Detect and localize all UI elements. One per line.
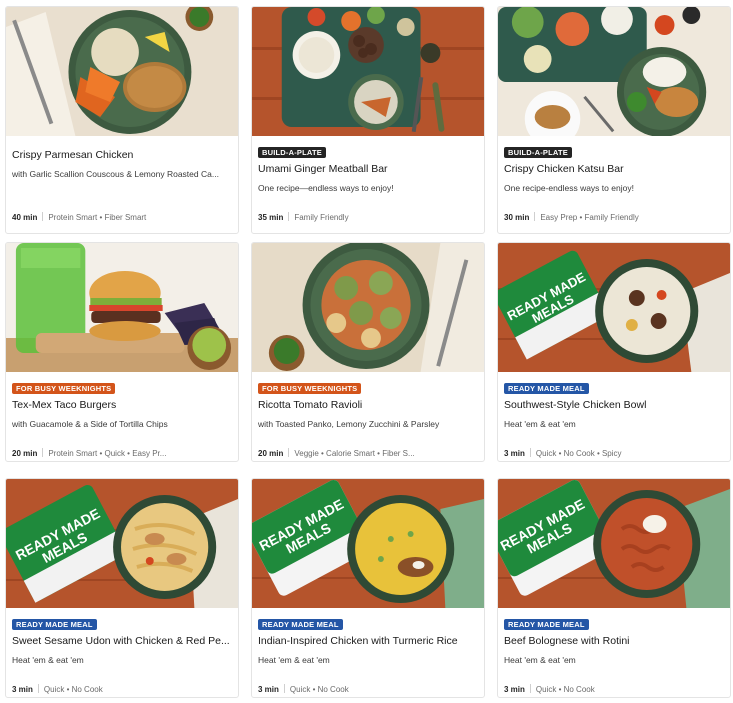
recipe-card[interactable]: READY MADE MEALS READY MADE MEAL Southwe… [497,242,731,462]
meta-divider [529,448,531,457]
recipe-image[interactable] [252,7,484,136]
recipe-subtitle: One recipe-endless ways to enjoy! [504,183,634,193]
recipe-subtitle: with Toasted Panko, Lemony Zucchini & Pa… [258,419,440,429]
prep-time: 3 min [12,685,33,694]
recipe-card[interactable]: BUILD-A-PLATE Umami Ginger Meatball Bar … [251,6,485,234]
recipe-tags: Quick • No Cook [289,685,349,694]
recipe-card[interactable]: BUILD-A-PLATE Crispy Chicken Katsu Bar O… [497,6,731,234]
recipe-badge: FOR BUSY WEEKNIGHTS [12,383,116,394]
recipe-title[interactable]: Crispy Chicken Katsu Bar [504,162,724,176]
prep-time: 3 min [258,685,279,694]
prep-time: 35 min [258,213,284,222]
recipe-tags: Quick • No Cook [43,685,103,694]
recipe-card[interactable]: READY MADE MEALS READY MADE MEAL Sweet S… [5,478,239,698]
prep-time: 3 min [504,449,525,458]
recipe-title[interactable]: Beef Bolognese with Rotini [504,634,724,648]
prep-time: 20 min [12,449,38,458]
recipe-card[interactable]: FOR BUSY WEEKNIGHTS Tex-Mex Taco Burgers… [5,242,239,462]
recipe-subtitle: Heat 'em & eat 'em [504,419,576,429]
recipe-title[interactable]: Sweet Sesame Udon with Chicken & Red Pe.… [12,634,232,648]
recipe-meta: 20 min Protein Smart • Quick • Easy Pr... [12,448,232,460]
card-body: BUILD-A-PLATE Umami Ginger Meatball Bar … [252,136,484,233]
recipe-image[interactable] [6,7,238,136]
card-body: FOR BUSY WEEKNIGHTS Ricotta Tomato Ravio… [252,372,484,461]
recipe-title[interactable]: Southwest-Style Chicken Bowl [504,398,724,412]
recipe-meta: 30 min Easy Prep • Family Friendly [504,212,724,224]
recipe-badge: READY MADE MEAL [504,619,589,630]
recipe-meta: 3 min Quick • No Cook [504,684,724,696]
meta-divider [534,212,536,221]
recipe-title[interactable]: Tex-Mex Taco Burgers [12,398,232,412]
recipe-image[interactable]: READY MADE MEALS [498,243,730,372]
recipe-badge: BUILD-A-PLATE [258,147,326,158]
recipe-meta: 40 min Protein Smart • Fiber Smart [12,212,232,224]
card-body: READY MADE MEAL Indian-Inspired Chicken … [252,608,484,697]
recipe-subtitle: Heat 'em & eat 'em [504,655,576,665]
card-body: FOR BUSY WEEKNIGHTS Tex-Mex Taco Burgers… [6,372,238,461]
recipe-meta: 20 min Veggie • Calorie Smart • Fiber S..… [258,448,478,460]
recipe-image[interactable] [498,7,730,136]
recipe-subtitle: with Garlic Scallion Couscous & Lemony R… [12,169,219,179]
recipe-meta: 3 min Quick • No Cook [12,684,232,696]
recipe-meta: 3 min Quick • No Cook [258,684,478,696]
prep-time: 40 min [12,213,38,222]
recipe-card[interactable]: Crispy Parmesan Chicken with Garlic Scal… [5,6,239,234]
meta-divider [288,448,290,457]
card-body: Crispy Parmesan Chicken with Garlic Scal… [6,136,238,233]
recipe-meta: 35 min Family Friendly [258,212,478,224]
recipe-card[interactable]: READY MADE MEALS READY MADE MEAL Beef Bo… [497,478,731,698]
recipe-badge: BUILD-A-PLATE [504,147,572,158]
recipe-badge: FOR BUSY WEEKNIGHTS [258,383,362,394]
recipe-image[interactable]: READY MADE MEALS [498,479,730,608]
recipe-tags: Easy Prep • Family Friendly [540,213,639,222]
recipe-card[interactable]: READY MADE MEALS READY MADE MEAL Indian-… [251,478,485,698]
recipe-tags: Quick • No Cook [535,685,595,694]
card-body: READY MADE MEAL Beef Bolognese with Roti… [498,608,730,697]
recipe-title[interactable]: Umami Ginger Meatball Bar [258,162,478,176]
recipe-image[interactable] [6,243,238,372]
recipe-card[interactable]: FOR BUSY WEEKNIGHTS Ricotta Tomato Ravio… [251,242,485,462]
recipe-subtitle: Heat 'em & eat 'em [12,655,84,665]
recipe-tags: Veggie • Calorie Smart • Fiber S... [294,449,415,458]
recipe-tags: Protein Smart • Fiber Smart [48,213,147,222]
meta-divider [42,448,44,457]
recipe-badge: READY MADE MEAL [12,619,97,630]
recipe-subtitle: with Guacamole & a Side of Tortilla Chip… [12,419,168,429]
meta-divider [283,684,285,693]
prep-time: 30 min [504,213,530,222]
card-body: BUILD-A-PLATE Crispy Chicken Katsu Bar O… [498,136,730,233]
meta-divider [529,684,531,693]
recipe-subtitle: One recipe—endless ways to enjoy! [258,183,394,193]
recipe-image[interactable] [252,243,484,372]
recipe-grid: Crispy Parmesan Chicken with Garlic Scal… [0,0,733,703]
recipe-badge: READY MADE MEAL [504,383,589,394]
recipe-title[interactable]: Indian-Inspired Chicken with Turmeric Ri… [258,634,478,648]
recipe-badge: READY MADE MEAL [258,619,343,630]
meta-divider [42,212,44,221]
recipe-title[interactable]: Ricotta Tomato Ravioli [258,398,478,412]
recipe-image[interactable]: READY MADE MEALS [252,479,484,608]
recipe-tags: Family Friendly [294,213,349,222]
recipe-subtitle: Heat 'em & eat 'em [258,655,330,665]
meta-divider [37,684,39,693]
meta-divider [288,212,290,221]
recipe-image[interactable]: READY MADE MEALS [6,479,238,608]
prep-time: 20 min [258,449,284,458]
recipe-title[interactable]: Crispy Parmesan Chicken [12,148,232,162]
prep-time: 3 min [504,685,525,694]
recipe-tags: Protein Smart • Quick • Easy Pr... [48,449,167,458]
card-body: READY MADE MEAL Southwest-Style Chicken … [498,372,730,461]
recipe-tags: Quick • No Cook • Spicy [535,449,622,458]
recipe-meta: 3 min Quick • No Cook • Spicy [504,448,724,460]
card-body: READY MADE MEAL Sweet Sesame Udon with C… [6,608,238,697]
